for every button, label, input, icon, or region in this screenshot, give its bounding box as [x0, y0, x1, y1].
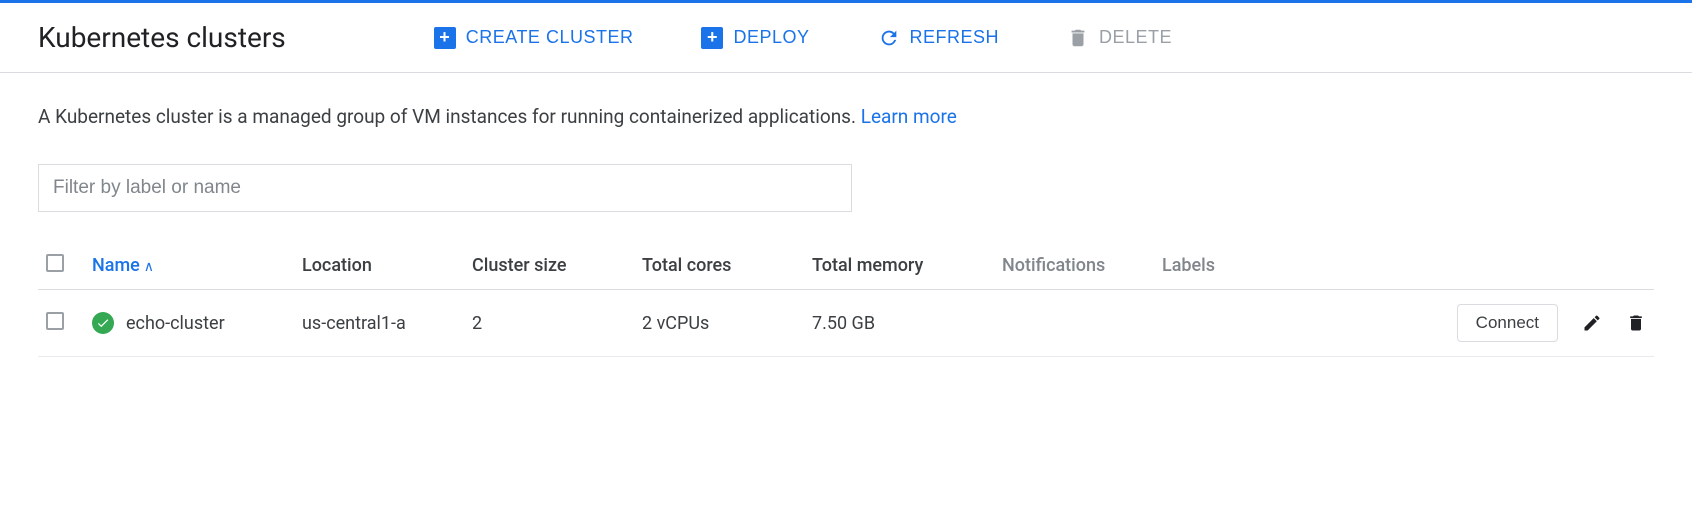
page-header: Kubernetes clusters + CREATE CLUSTER + D…	[0, 3, 1692, 73]
refresh-button[interactable]: REFRESH	[878, 27, 1000, 49]
refresh-icon	[878, 27, 900, 49]
content-area: A Kubernetes cluster is a managed group …	[0, 73, 1692, 389]
create-cluster-button[interactable]: + CREATE CLUSTER	[434, 27, 634, 49]
column-labels[interactable]: Labels	[1154, 242, 1264, 290]
plus-icon: +	[701, 27, 723, 49]
delete-label: DELETE	[1099, 27, 1172, 48]
table-header-row: Name∧ Location Cluster size Total cores …	[38, 242, 1654, 290]
create-cluster-label: CREATE CLUSTER	[466, 27, 634, 48]
cluster-size: 2	[464, 290, 634, 357]
column-total-cores[interactable]: Total cores	[634, 242, 804, 290]
table-row: echo-cluster us-central1-a 2 2 vCPUs 7.5…	[38, 290, 1654, 357]
cluster-memory: 7.50 GB	[804, 290, 994, 357]
cluster-notifications	[994, 290, 1154, 357]
connect-button[interactable]: Connect	[1457, 304, 1558, 342]
column-name[interactable]: Name∧	[84, 242, 294, 290]
cluster-name[interactable]: echo-cluster	[126, 313, 225, 334]
filter-input[interactable]	[38, 164, 852, 212]
page-title: Kubernetes clusters	[38, 21, 286, 54]
column-total-memory[interactable]: Total memory	[804, 242, 994, 290]
cluster-labels	[1154, 290, 1264, 357]
column-actions	[1264, 242, 1654, 290]
column-location[interactable]: Location	[294, 242, 464, 290]
deploy-label: DEPLOY	[733, 27, 809, 48]
delete-button: DELETE	[1067, 27, 1172, 49]
description-text: A Kubernetes cluster is a managed group …	[38, 105, 1654, 128]
trash-icon	[1067, 27, 1089, 49]
select-all-checkbox[interactable]	[46, 254, 64, 272]
learn-more-link[interactable]: Learn more	[861, 105, 957, 128]
column-notifications[interactable]: Notifications	[994, 242, 1154, 290]
description-body: A Kubernetes cluster is a managed group …	[38, 105, 861, 128]
refresh-label: REFRESH	[910, 27, 1000, 48]
sort-ascending-icon: ∧	[144, 259, 154, 275]
deploy-button[interactable]: + DEPLOY	[701, 27, 809, 49]
cluster-location: us-central1-a	[294, 290, 464, 357]
status-ok-icon	[92, 312, 114, 334]
column-cluster-size[interactable]: Cluster size	[464, 242, 634, 290]
clusters-table: Name∧ Location Cluster size Total cores …	[38, 242, 1654, 357]
cluster-cores: 2 vCPUs	[634, 290, 804, 357]
plus-icon: +	[434, 27, 456, 49]
edit-icon[interactable]	[1582, 313, 1602, 333]
trash-icon[interactable]	[1626, 313, 1646, 333]
row-checkbox[interactable]	[46, 312, 64, 330]
